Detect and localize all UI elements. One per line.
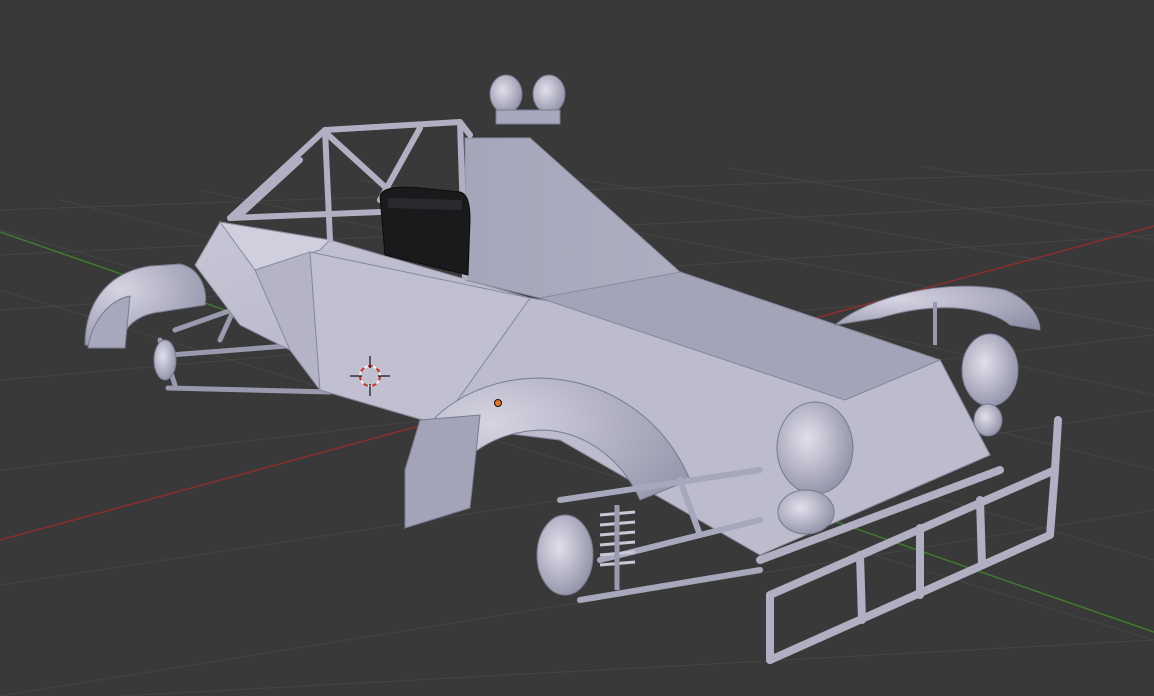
rear-fender[interactable]: [84, 263, 207, 349]
roof-lights[interactable]: [489, 74, 566, 125]
coil-spring[interactable]: [599, 505, 636, 590]
rear-lamp[interactable]: [153, 339, 177, 381]
object-origin-icon: [494, 399, 502, 407]
3d-viewport[interactable]: [0, 0, 1154, 696]
front-lamp-lower[interactable]: [536, 514, 594, 596]
